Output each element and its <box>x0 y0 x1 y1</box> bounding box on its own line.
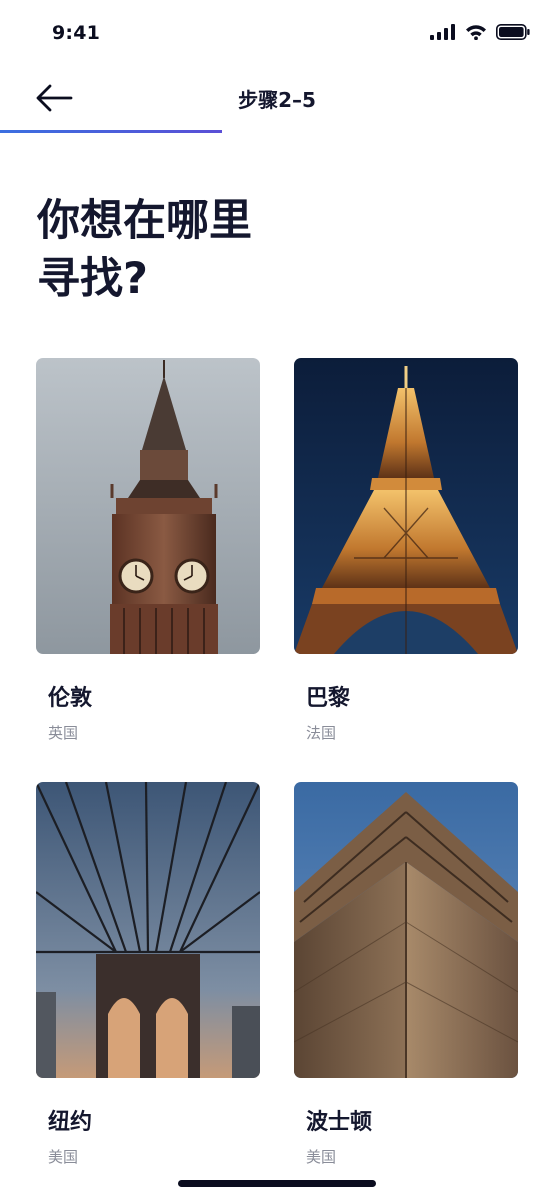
city-name: 波士顿 <box>306 1110 373 1135</box>
step-indicator: 步骤2–5 <box>238 88 316 112</box>
page-title: 你想在哪里 寻找? <box>37 196 252 304</box>
country-name: 英国 <box>48 724 79 742</box>
city-card-paris[interactable]: 巴黎 法国 <box>294 358 518 743</box>
city-name: 巴黎 <box>306 686 351 711</box>
city-name: 纽约 <box>48 1110 93 1135</box>
battery-icon <box>496 24 530 40</box>
status-bar: 9:41 <box>0 0 554 66</box>
city-image-boston[interactable] <box>294 782 518 1078</box>
wifi-icon <box>466 25 486 40</box>
progress-bar <box>0 130 554 133</box>
city-image-london[interactable] <box>36 358 260 654</box>
city-image-paris[interactable] <box>294 358 518 654</box>
city-image-new-york[interactable] <box>36 782 260 1078</box>
home-indicator[interactable] <box>178 1180 376 1187</box>
header: 步骤2–5 <box>0 66 554 134</box>
city-card-new-york[interactable]: 纽约 美国 <box>36 782 260 1167</box>
country-name: 法国 <box>306 724 337 742</box>
progress-fill <box>0 130 222 133</box>
status-time: 9:41 <box>52 22 101 44</box>
city-card-boston[interactable]: 波士顿 美国 <box>294 782 518 1167</box>
country-name: 美国 <box>48 1148 79 1166</box>
cellular-signal-icon <box>430 24 455 40</box>
status-icons <box>430 24 530 40</box>
city-name: 伦敦 <box>48 686 93 711</box>
country-name: 美国 <box>306 1148 337 1166</box>
city-card-london[interactable]: 伦敦 英国 <box>36 358 260 743</box>
